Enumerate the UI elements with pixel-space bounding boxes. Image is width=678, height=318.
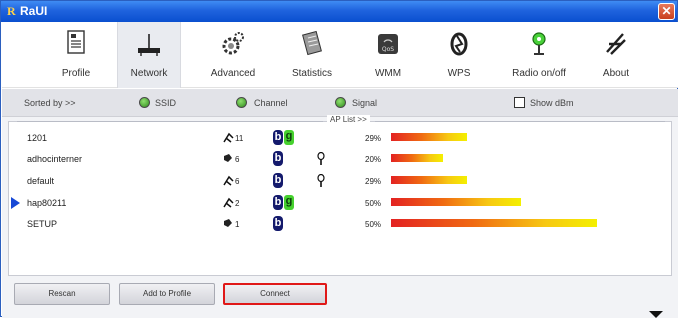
svg-text:QoS: QoS	[382, 46, 394, 53]
ap-list: AP List >> 1201 11 b g 29% adhocinterner	[8, 115, 672, 276]
add-to-profile-button[interactable]: Add to Profile	[119, 283, 215, 305]
about-icon	[606, 33, 626, 55]
connect-button[interactable]: Connect	[223, 283, 327, 305]
mode-b-badge: b	[273, 173, 283, 188]
rescan-button[interactable]: Rescan	[14, 283, 110, 305]
ap-ssid: hap80211	[27, 198, 67, 208]
ap-row-selected[interactable]: hap80211 2 b g 50%	[9, 194, 671, 212]
ap-row[interactable]: adhocinterner 6 b 20%	[9, 150, 671, 168]
tool-label: WMM	[374, 68, 402, 79]
app-logo-icon: R	[7, 4, 16, 18]
signal-bar	[391, 219, 597, 227]
sort-signal-radio[interactable]	[335, 97, 346, 108]
tool-label: Advanced	[210, 68, 256, 79]
ap-channel: 6	[235, 177, 240, 186]
title-bar[interactable]: R RaUI ✕	[1, 1, 677, 22]
wmm-qos-icon: QoS	[378, 34, 398, 54]
ap-ssid: default	[27, 176, 55, 186]
ap-ssid: SETUP	[27, 219, 58, 229]
divider	[375, 121, 665, 122]
signal-bar	[391, 133, 467, 141]
ap-channel: 2	[235, 199, 240, 208]
sort-channel-radio[interactable]	[236, 97, 247, 108]
mode-b-badge: b	[273, 195, 283, 210]
mode-g-badge: g	[284, 195, 294, 210]
show-dbm-label: Show dBm	[530, 98, 574, 108]
tool-label: Network	[130, 68, 168, 79]
sort-ssid-label: SSID	[155, 98, 177, 108]
sort-channel-label: Channel	[254, 98, 288, 108]
ap-channel: 11	[235, 134, 244, 143]
ap-channel: 1	[235, 220, 240, 229]
window-title: RaUI	[20, 4, 48, 18]
mode-b-badge: b	[273, 151, 283, 166]
ap-signal-percent: 29%	[365, 134, 382, 143]
ap-channel: 6	[235, 155, 240, 164]
ap-list-header: AP List >>	[9, 115, 671, 126]
tool-profile[interactable]: Profile	[46, 22, 106, 88]
signal-bar	[391, 154, 443, 162]
network-panel: Sorted by >> SSID Channel Signal Show dB…	[2, 89, 678, 318]
tool-network[interactable]: Network	[117, 22, 181, 88]
signal-bar	[391, 176, 467, 184]
ap-ssid: 1201	[27, 133, 48, 143]
tool-label: WPS	[447, 68, 471, 79]
tool-about[interactable]: About	[590, 22, 642, 88]
sort-bar: Sorted by >> SSID Channel Signal Show dB…	[2, 89, 678, 117]
toolbar: Profile Network Advanced Statistics QoS …	[2, 22, 678, 88]
statistics-icon	[302, 30, 322, 56]
tool-wmm[interactable]: QoS WMM	[360, 22, 416, 88]
ap-row[interactable]: SETUP 1 b 50%	[9, 215, 671, 233]
tool-label: About	[602, 68, 630, 79]
channel-adhoc-icon	[224, 154, 232, 162]
lock-icon	[317, 174, 325, 187]
mode-b-badge: b	[273, 216, 283, 231]
profile-icon	[67, 30, 85, 54]
tool-wps[interactable]: WPS	[434, 22, 484, 88]
sorted-by-label: Sorted by >>	[24, 98, 76, 108]
mode-g-badge: g	[284, 130, 294, 145]
channel-infra-icon	[223, 175, 234, 186]
sort-signal-label: Signal	[352, 98, 378, 108]
close-button[interactable]: ✕	[658, 3, 675, 20]
ap-list-title: AP List >>	[327, 115, 370, 124]
ap-signal-percent: 50%	[365, 199, 382, 208]
channel-adhoc-icon	[224, 219, 232, 227]
channel-infra-icon	[223, 132, 234, 143]
advanced-gear-icon	[222, 32, 244, 55]
ap-ssid: adhocinterner	[27, 154, 83, 164]
ap-signal-percent: 50%	[365, 220, 382, 229]
channel-infra-icon	[223, 197, 234, 208]
lock-icon	[317, 152, 325, 165]
ap-signal-percent: 20%	[365, 155, 382, 164]
signal-bar	[391, 198, 521, 206]
tool-advanced[interactable]: Advanced	[203, 22, 263, 88]
network-icon	[138, 34, 160, 56]
tool-label: Statistics	[291, 68, 332, 79]
ap-row[interactable]: 1201 11 b g 29%	[9, 129, 671, 147]
ap-row[interactable]: default 6 b 29%	[9, 172, 671, 190]
selected-arrow-icon	[11, 197, 20, 209]
wps-icon	[450, 32, 468, 56]
ap-signal-percent: 29%	[365, 177, 382, 186]
mode-b-badge: b	[273, 130, 283, 145]
radio-on-icon	[532, 32, 546, 55]
sort-ssid-radio[interactable]	[139, 97, 150, 108]
tool-label: Radio on/off	[512, 68, 566, 79]
tool-statistics[interactable]: Statistics	[280, 22, 344, 88]
raui-window: R RaUI ✕ Profile Network Advanced Statis…	[0, 0, 678, 318]
tool-radio-on-off[interactable]: Radio on/off	[500, 22, 578, 88]
show-dbm-checkbox[interactable]	[514, 97, 525, 108]
divider	[17, 121, 323, 122]
tool-label: Profile	[61, 68, 91, 79]
